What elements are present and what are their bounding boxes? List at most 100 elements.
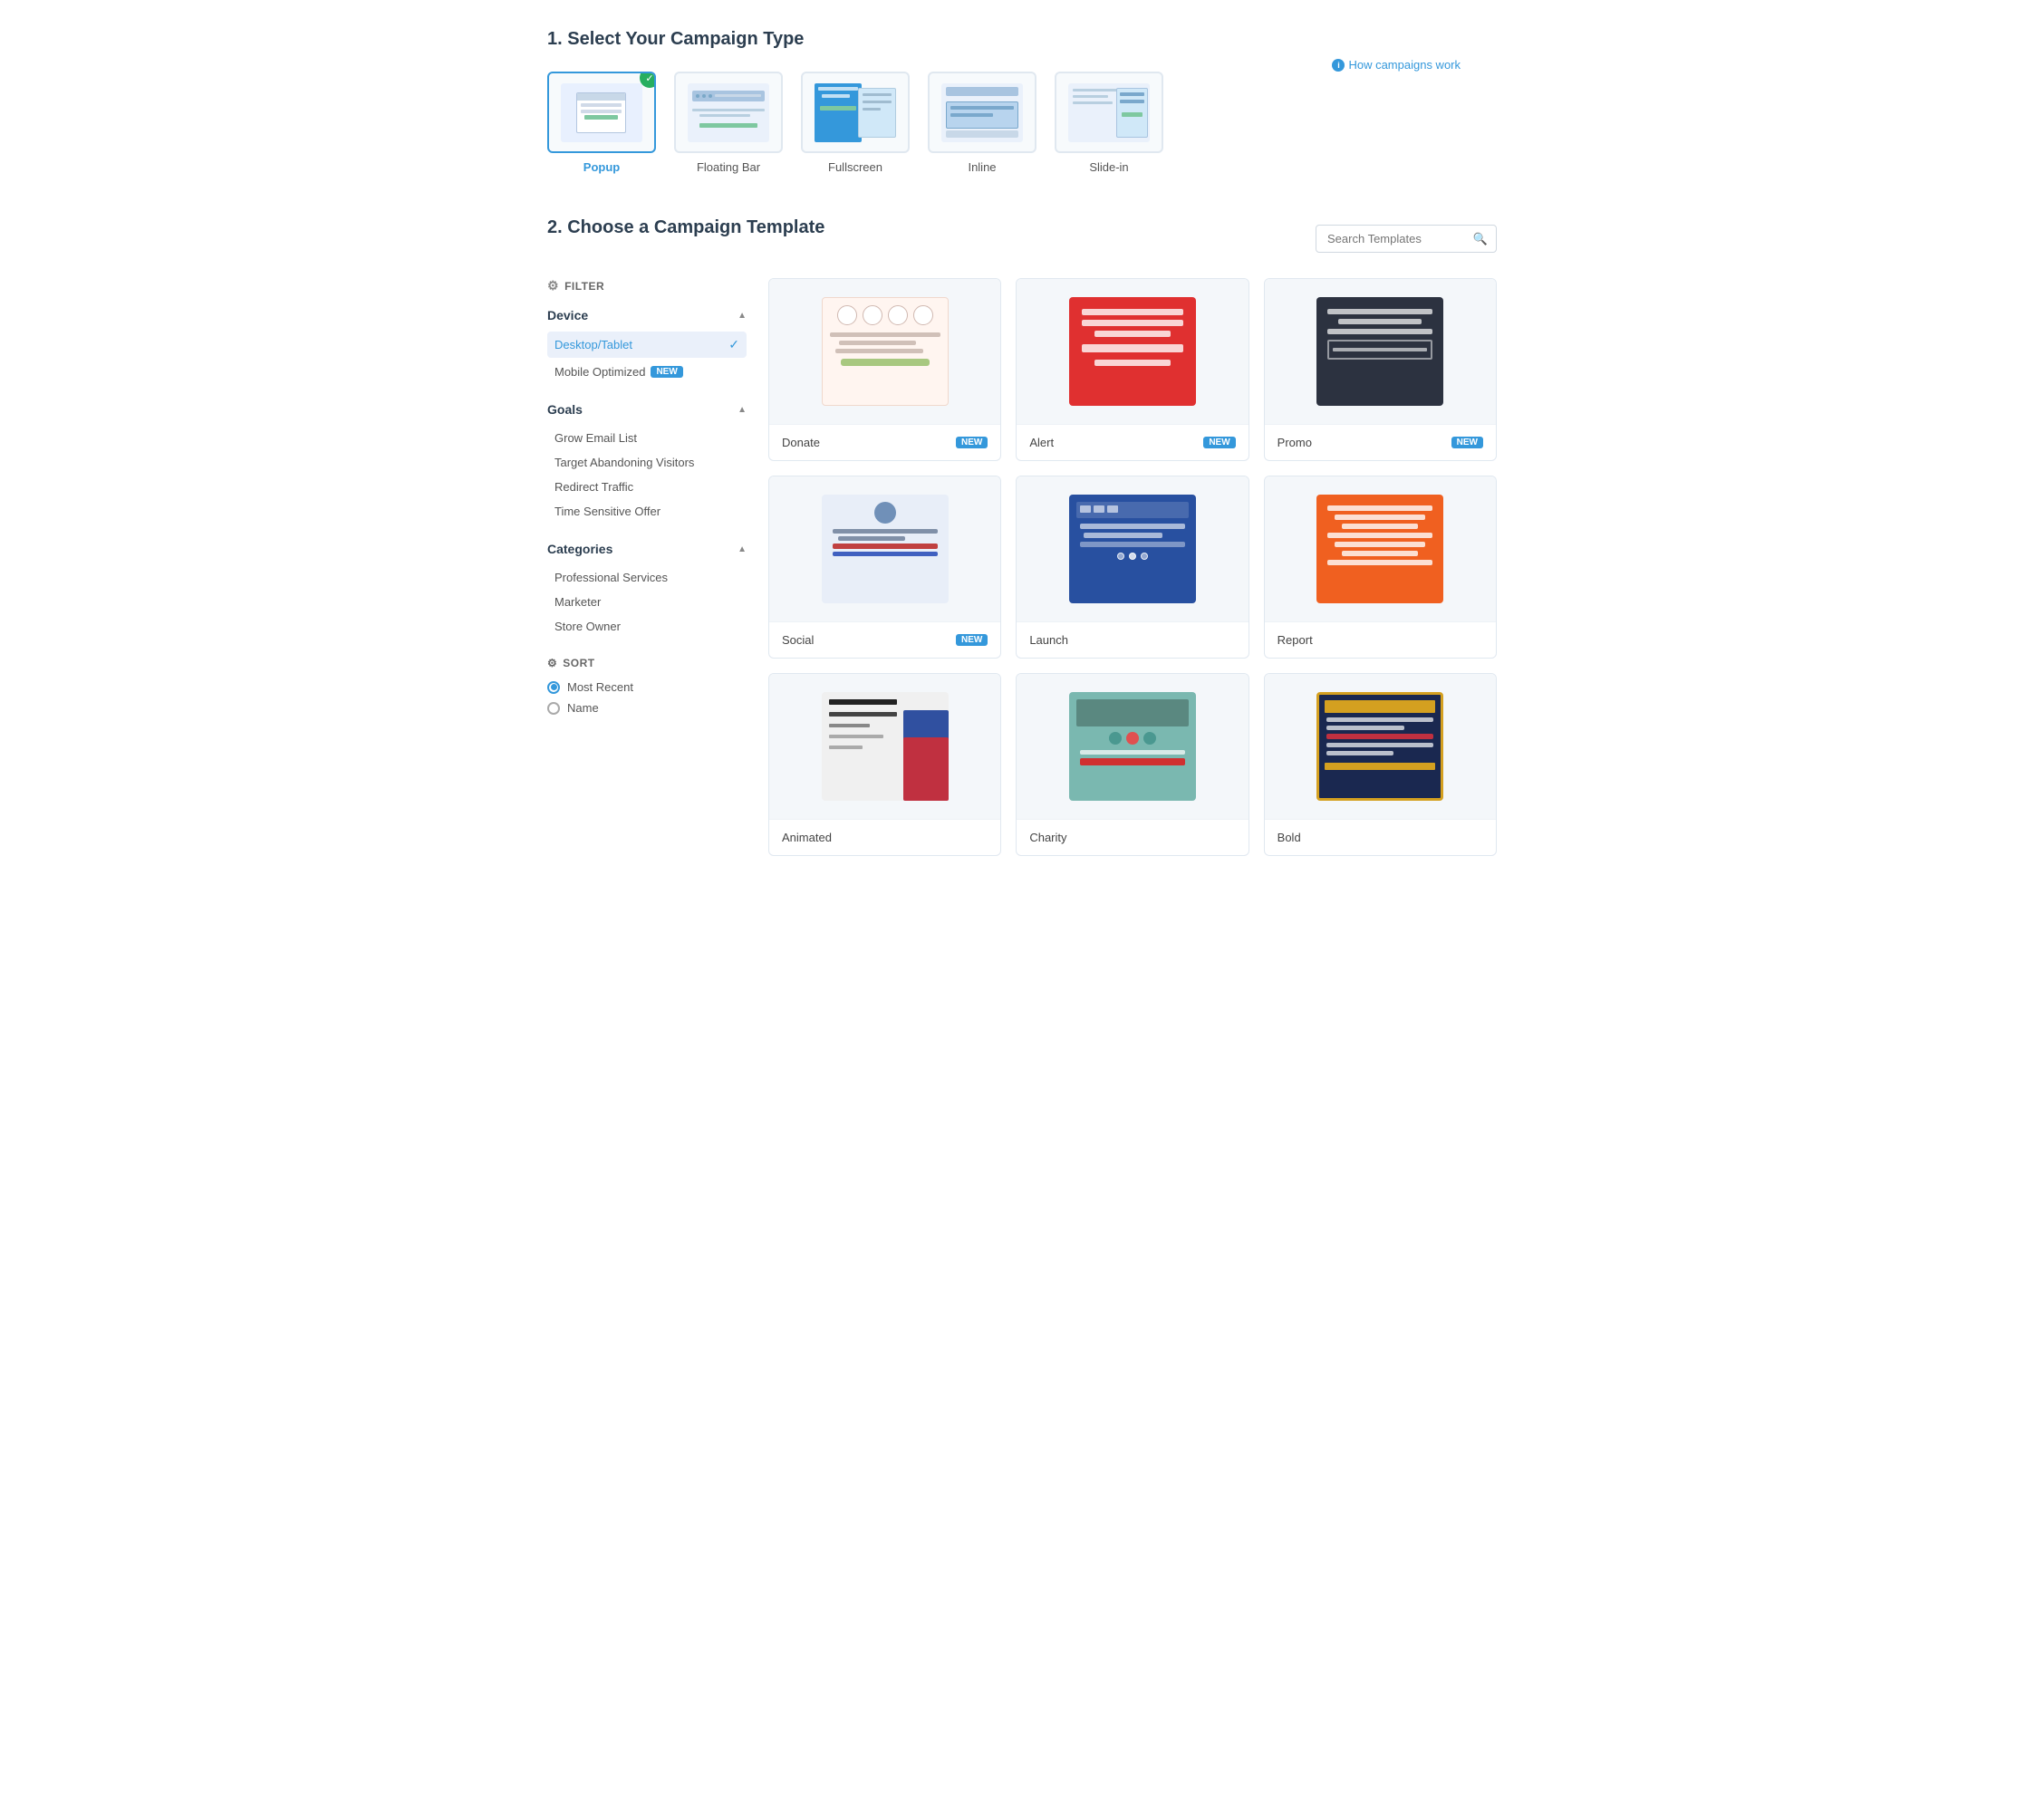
campaign-type-fullscreen[interactable]: Fullscreen	[801, 72, 910, 174]
store-owner-label: Store Owner	[554, 620, 621, 633]
desktop-tablet-label: Desktop/Tablet	[554, 338, 632, 351]
sort-label: SORT	[563, 657, 594, 669]
goals-chevron-icon: ▲	[738, 405, 747, 415]
desktop-check-icon: ✓	[728, 337, 739, 352]
template-card-bold[interactable]: Bold	[1264, 673, 1497, 856]
campaign-type-popup[interactable]: ✓ Popup	[547, 72, 656, 174]
device-section-header[interactable]: Device ▲	[547, 308, 747, 322]
template-footer-charity: Charity	[1017, 819, 1248, 855]
template-footer-bold: Bold	[1265, 819, 1496, 855]
popup-label: Popup	[583, 160, 620, 174]
categories-section: Categories ▲ Professional Services Marke…	[547, 542, 747, 639]
slide-in-label: Slide-in	[1089, 160, 1128, 174]
search-icon: 🔍	[1473, 232, 1488, 246]
goals-label: Goals	[547, 402, 583, 417]
fullscreen-label: Fullscreen	[828, 160, 882, 174]
template-preview-charity	[1017, 674, 1248, 819]
sidebar-item-store-owner[interactable]: Store Owner	[547, 614, 747, 639]
template-footer-social: Social NEW	[769, 621, 1000, 658]
how-campaigns-label: How campaigns work	[1348, 58, 1461, 72]
inline-label: Inline	[968, 160, 996, 174]
radio-most-recent-fill	[551, 684, 557, 690]
template-name-bold: Bold	[1278, 831, 1301, 844]
template-preview-animated	[769, 674, 1000, 819]
template-badge-social: NEW	[956, 634, 988, 646]
template-name-promo: Promo	[1278, 436, 1312, 449]
template-card-alert[interactable]: Alert NEW	[1016, 278, 1249, 461]
template-card-report[interactable]: Report	[1264, 476, 1497, 659]
template-footer-donate: Donate NEW	[769, 424, 1000, 460]
filter-label: FILTER	[564, 280, 604, 293]
device-section: Device ▲ Desktop/Tablet ✓ Mobile Optimiz…	[547, 308, 747, 384]
template-name-report: Report	[1278, 633, 1313, 647]
campaign-type-inline[interactable]: Inline	[928, 72, 1036, 174]
time-sensitive-label: Time Sensitive Offer	[554, 505, 660, 518]
mobile-label: Mobile Optimized	[554, 365, 645, 379]
template-card-animated[interactable]: Animated	[768, 673, 1001, 856]
sort-most-recent[interactable]: Most Recent	[547, 680, 747, 694]
search-box: 🔍	[1316, 225, 1497, 253]
sidebar-item-professional[interactable]: Professional Services	[547, 565, 747, 590]
sidebar-item-desktop[interactable]: Desktop/Tablet ✓	[547, 332, 747, 358]
template-card-social[interactable]: Social NEW	[768, 476, 1001, 659]
device-label: Device	[547, 308, 588, 322]
radio-most-recent-icon	[547, 681, 560, 694]
professional-label: Professional Services	[554, 571, 668, 584]
template-name-social: Social	[782, 633, 814, 647]
template-preview-report	[1265, 476, 1496, 621]
sort-icon: ⚙	[547, 657, 557, 669]
sidebar-item-target-abandoning[interactable]: Target Abandoning Visitors	[547, 450, 747, 475]
sort-name-label: Name	[567, 701, 599, 715]
sidebar-item-redirect-traffic[interactable]: Redirect Traffic	[547, 475, 747, 499]
template-preview-bold	[1265, 674, 1496, 819]
filter-header: ⚙ FILTER	[547, 278, 747, 293]
sidebar-item-mobile[interactable]: Mobile Optimized NEW	[547, 360, 747, 384]
sort-section: ⚙ SORT Most Recent Name	[547, 657, 747, 715]
template-card-launch[interactable]: Launch	[1016, 476, 1249, 659]
how-campaigns-link[interactable]: i How campaigns work	[1332, 58, 1461, 72]
template-card-promo[interactable]: Promo NEW	[1264, 278, 1497, 461]
templates-grid: Donate NEW	[768, 278, 1497, 856]
template-footer-alert: Alert NEW	[1017, 424, 1248, 460]
campaign-type-slide-in[interactable]: Slide-in	[1055, 72, 1163, 174]
search-input[interactable]	[1316, 225, 1497, 253]
template-preview-promo	[1265, 279, 1496, 424]
sidebar-item-marketer[interactable]: Marketer	[547, 590, 747, 614]
mobile-new-badge: NEW	[651, 366, 682, 378]
template-footer-launch: Launch	[1017, 621, 1248, 658]
template-preview-launch	[1017, 476, 1248, 621]
template-badge-promo: NEW	[1451, 437, 1483, 448]
categories-chevron-icon: ▲	[738, 544, 747, 554]
template-name-charity: Charity	[1029, 831, 1066, 844]
sidebar-item-time-sensitive[interactable]: Time Sensitive Offer	[547, 499, 747, 524]
filter-icon: ⚙	[547, 278, 559, 293]
sort-title: ⚙ SORT	[547, 657, 747, 669]
section2: 2. Choose a Campaign Template 🔍 ⚙ FILTER…	[547, 217, 1497, 856]
redirect-traffic-label: Redirect Traffic	[554, 480, 633, 494]
target-abandoning-label: Target Abandoning Visitors	[554, 456, 694, 469]
template-name-alert: Alert	[1029, 436, 1054, 449]
template-card-charity[interactable]: Charity	[1016, 673, 1249, 856]
chevron-up-icon: ▲	[738, 311, 747, 321]
template-name-animated: Animated	[782, 831, 832, 844]
campaign-type-floating-bar[interactable]: Floating Bar	[674, 72, 783, 174]
goals-section: Goals ▲ Grow Email List Target Abandonin…	[547, 402, 747, 524]
section2-title: 2. Choose a Campaign Template	[547, 217, 824, 238]
grow-email-label: Grow Email List	[554, 431, 637, 445]
template-name-donate: Donate	[782, 436, 820, 449]
sidebar-item-grow-email[interactable]: Grow Email List	[547, 426, 747, 450]
template-preview-alert	[1017, 279, 1248, 424]
sort-name[interactable]: Name	[547, 701, 747, 715]
sidebar: ⚙ FILTER Device ▲ Desktop/Tablet ✓ Mobil…	[547, 278, 747, 856]
section1-title: 1. Select Your Campaign Type	[547, 29, 1497, 50]
template-preview-donate	[769, 279, 1000, 424]
template-card-donate[interactable]: Donate NEW	[768, 278, 1001, 461]
marketer-label: Marketer	[554, 595, 601, 609]
goals-section-header[interactable]: Goals ▲	[547, 402, 747, 417]
categories-section-header[interactable]: Categories ▲	[547, 542, 747, 556]
template-name-launch: Launch	[1029, 633, 1068, 647]
floating-bar-label: Floating Bar	[697, 160, 760, 174]
template-footer-animated: Animated	[769, 819, 1000, 855]
template-badge-donate: NEW	[956, 437, 988, 448]
info-icon: i	[1332, 59, 1345, 72]
